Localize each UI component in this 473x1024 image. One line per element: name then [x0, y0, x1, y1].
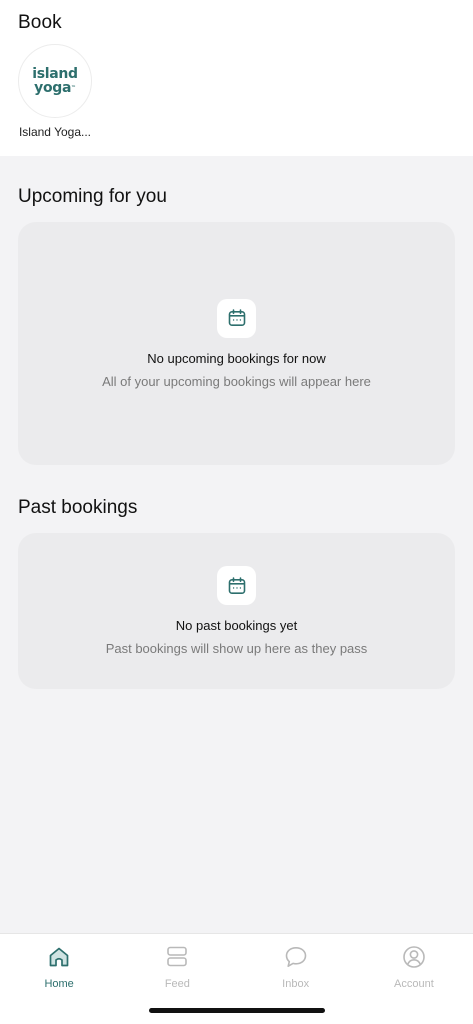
book-header: Book island yoga™ Island Yoga...	[0, 0, 473, 156]
feed-icon	[167, 946, 188, 967]
past-empty-title: No past bookings yet	[175, 618, 298, 633]
studio-name: Island Yoga...	[18, 125, 92, 139]
tab-home[interactable]: Home	[0, 934, 118, 1024]
past-empty-card: No past bookings yet Past bookings will …	[18, 533, 455, 689]
studio-item[interactable]: island yoga™ Island Yoga...	[18, 44, 92, 139]
logo-line-2: yoga	[34, 80, 72, 96]
upcoming-empty-title: No upcoming bookings for now	[147, 350, 326, 366]
logo-line-1: island	[32, 66, 78, 82]
home-icon	[49, 947, 69, 967]
upcoming-empty-subtitle: All of your upcoming bookings will appea…	[102, 373, 371, 389]
account-icon	[403, 946, 425, 968]
home-indicator[interactable]	[149, 1008, 325, 1013]
page-title: Book	[18, 12, 62, 33]
upcoming-empty-card: No upcoming bookings for now All of your…	[18, 222, 455, 465]
studio-logo[interactable]: island yoga™	[18, 44, 92, 118]
tab-account[interactable]: Account	[355, 934, 473, 1024]
logo-trademark: ™	[71, 85, 76, 91]
calendar-icon	[217, 298, 256, 338]
past-heading: Past bookings	[18, 497, 138, 518]
past-empty-subtitle: Past bookings will show up here as they …	[105, 641, 368, 656]
calendar-icon	[217, 566, 256, 605]
studio-logo-text: island yoga™	[32, 67, 78, 95]
tab-home-label: Home	[44, 978, 74, 990]
tab-account-label: Account	[394, 978, 434, 990]
upcoming-heading: Upcoming for you	[18, 186, 167, 207]
inbox-icon	[285, 947, 306, 967]
tab-feed-label: Feed	[164, 978, 190, 990]
tab-inbox-label: Inbox	[282, 978, 310, 990]
